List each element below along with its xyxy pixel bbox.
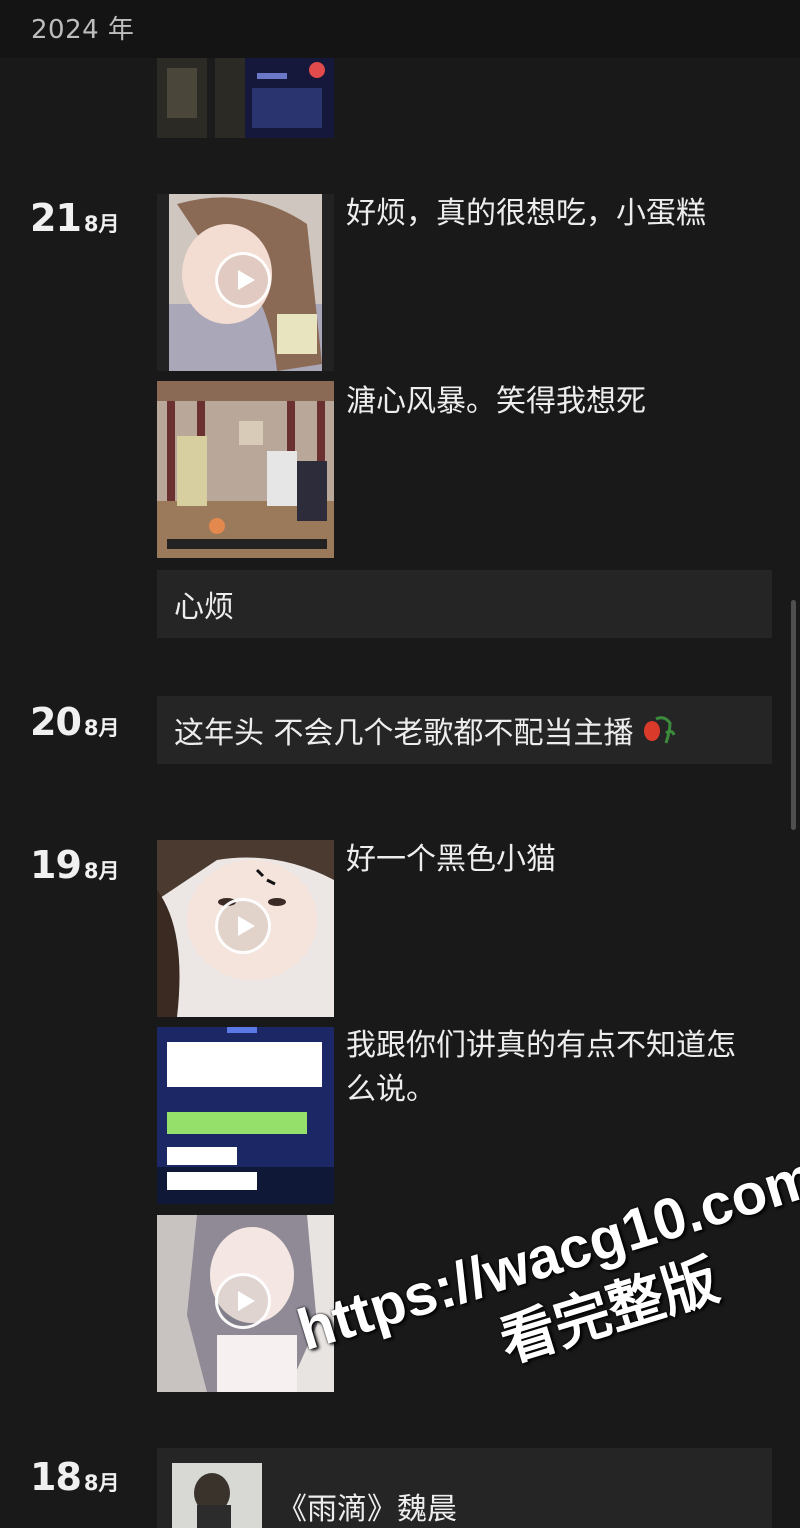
day-number: 19	[30, 843, 82, 887]
post-video-thumbnail[interactable]	[157, 1215, 334, 1392]
post-caption: 好烦，真的很想吃，小蛋糕	[346, 196, 706, 231]
date-18: 18 8月	[30, 1455, 120, 1499]
text-post-content: 心烦	[174, 590, 234, 625]
day-number: 18	[30, 1455, 82, 1499]
year-label: 2024 年	[31, 15, 135, 45]
play-icon[interactable]	[215, 252, 271, 308]
watermark-subtitle: 看完整版	[492, 1247, 726, 1376]
post-image-thumbnail[interactable]	[157, 1027, 334, 1204]
month-label: 8月	[83, 1471, 120, 1495]
post-thumbnail-street[interactable]	[157, 58, 334, 138]
date-21: 21 8月	[30, 196, 120, 240]
day-number: 21	[30, 196, 82, 240]
wilted-rose-icon	[640, 713, 676, 747]
date-20: 20 8月	[30, 700, 120, 744]
play-icon[interactable]	[215, 1273, 271, 1329]
date-19: 19 8月	[30, 843, 120, 887]
scrollbar[interactable]	[791, 600, 796, 830]
text-post-content: 《雨滴》魏晨	[277, 1492, 457, 1527]
text-post-content: 这年头 不会几个老歌都不配当主播	[174, 716, 634, 751]
text-post[interactable]: 心烦	[157, 570, 772, 638]
post-caption: 我跟你们讲真的有点不知道怎么说。	[346, 1028, 736, 1107]
post-caption: 溏心风暴。笑得我想死	[346, 384, 646, 419]
month-label: 8月	[83, 212, 120, 236]
post-image-thumbnail[interactable]	[157, 381, 334, 558]
watermark: https://wacg10.com 看完整版	[290, 1143, 800, 1434]
watermark-url: https://wacg10.com	[290, 1143, 800, 1364]
month-label: 8月	[83, 859, 120, 883]
album-thumbnail	[172, 1463, 262, 1528]
post-video-thumbnail[interactable]	[157, 840, 334, 1017]
post-caption: 好一个黑色小猫	[346, 842, 556, 877]
text-post[interactable]: 这年头 不会几个老歌都不配当主播	[157, 696, 772, 764]
month-label: 8月	[83, 716, 120, 740]
play-icon[interactable]	[215, 898, 271, 954]
day-number: 20	[30, 700, 82, 744]
post-video-thumbnail[interactable]	[157, 194, 334, 371]
music-share-post[interactable]: 《雨滴》魏晨	[157, 1448, 772, 1528]
year-header: 2024 年	[0, 0, 800, 58]
